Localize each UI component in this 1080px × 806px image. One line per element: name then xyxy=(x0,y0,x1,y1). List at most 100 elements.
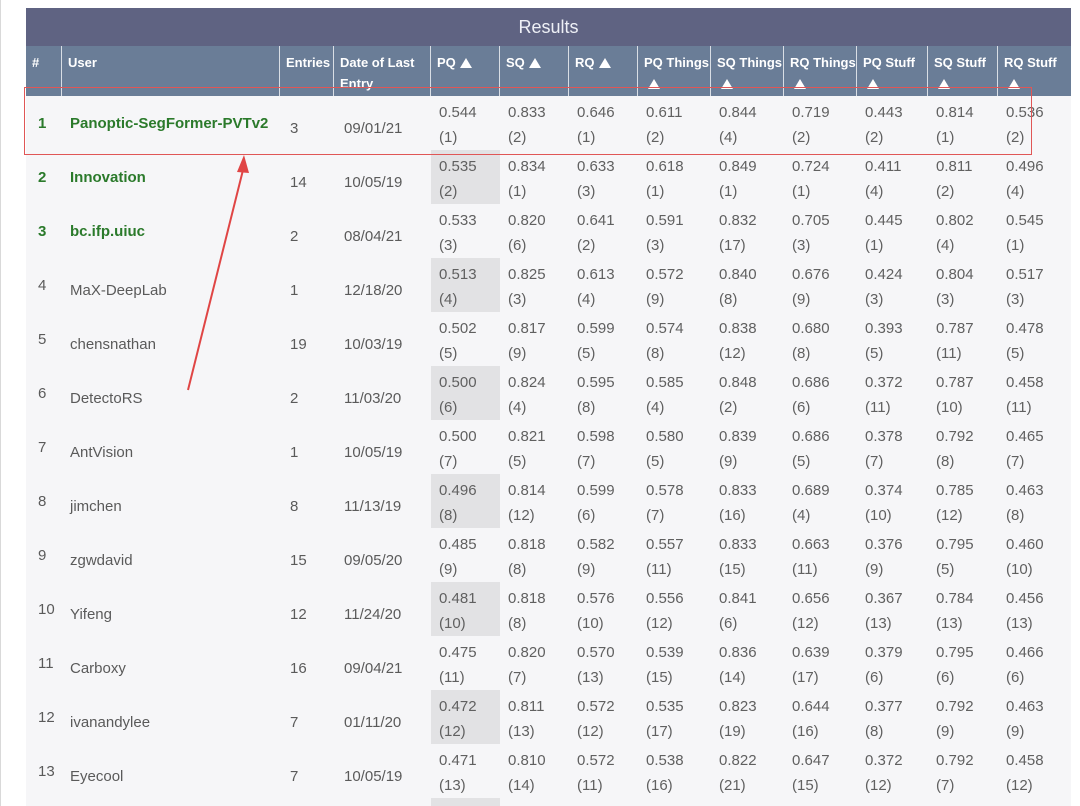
header-entries-label: Entries xyxy=(286,55,331,70)
metric-value: 0.787 xyxy=(936,320,974,337)
metric-value: 0.580 xyxy=(646,428,684,445)
metric-value: 0.572 xyxy=(577,752,615,769)
metric-pq-things: 0.557 (11) xyxy=(638,528,711,582)
metric-value: 0.582 xyxy=(577,536,615,553)
header-pq-stuff[interactable]: PQ Stuff xyxy=(857,46,928,96)
metric-rank: (11) xyxy=(646,561,672,578)
metric-rank: (7) xyxy=(1006,453,1025,470)
metric-rank: (11) xyxy=(1006,399,1032,416)
metric-rank: (4) xyxy=(936,237,955,254)
metric-value: 0.719 xyxy=(792,104,830,121)
sort-triangle-icon[interactable] xyxy=(459,58,472,68)
metric-rank: (10) xyxy=(577,615,604,632)
metric-rank: (5) xyxy=(646,453,665,470)
metric-value: 0.834 xyxy=(508,158,546,175)
table-row: 10 Yifeng 12 11/24/20 0.481 (10) 0.818 (8) 0.576… xyxy=(26,582,1071,636)
user-name[interactable]: zgwdavid xyxy=(70,552,133,569)
metric-rank: (2) xyxy=(439,183,458,200)
user-name-cell: bc.ifp.uiuc xyxy=(62,204,280,258)
metric-rq-stuff: 0.463 (9) xyxy=(998,690,1067,744)
metric-value: 0.556 xyxy=(646,590,684,607)
header-sq-things[interactable]: SQ Things xyxy=(711,46,784,96)
metric-value: 0.478 xyxy=(1006,320,1044,337)
entries-cell: 12 xyxy=(280,582,334,636)
sort-triangle-icon[interactable] xyxy=(648,79,660,89)
user-name-cell: Innovation xyxy=(62,150,280,204)
metric-rq: 0.570 (13) xyxy=(569,636,638,690)
entries: 1 xyxy=(290,281,299,299)
metric-rank: (3) xyxy=(646,237,665,254)
date-last-entry: 01/11/20 xyxy=(344,713,402,731)
rank-cell: 10 xyxy=(26,582,62,636)
header-rq-stuff[interactable]: RQ Stuff xyxy=(998,46,1067,96)
metric-rank: (12) xyxy=(936,507,963,524)
sort-triangle-icon[interactable] xyxy=(528,58,541,68)
header-pq[interactable]: PQ xyxy=(431,46,500,96)
metric-sq-stuff: 0.795 (6) xyxy=(928,636,998,690)
header-rq-label: RQ xyxy=(575,55,595,70)
header-sq[interactable]: SQ xyxy=(500,46,569,96)
metric-pq: 0.544 (1) xyxy=(431,96,500,150)
sort-triangle-icon[interactable] xyxy=(1008,79,1020,89)
user-name-cell: MaX-DeepLab xyxy=(62,258,280,312)
header-rq-things[interactable]: RQ Things xyxy=(784,46,857,96)
date-last-entry: 10/05/19 xyxy=(344,173,403,191)
header-rq[interactable]: RQ xyxy=(569,46,638,96)
header-sq-label: SQ xyxy=(506,55,525,70)
header-sq-stuff[interactable]: SQ Stuff xyxy=(928,46,998,96)
metric-rank: (5) xyxy=(865,345,884,362)
user-name[interactable]: AntVision xyxy=(70,444,133,461)
metric-rank: (8) xyxy=(792,345,811,362)
metric-value: 0.818 xyxy=(508,590,546,607)
sort-triangle-icon[interactable] xyxy=(794,79,806,89)
metric-rank: (12) xyxy=(865,777,892,794)
date-last-entry-cell: 11/13/19 xyxy=(334,474,431,528)
header-entries: Entries xyxy=(280,46,334,96)
metric-value: 0.574 xyxy=(646,320,684,337)
user-name[interactable]: Panoptic-SegFormer-PVTv2 xyxy=(70,115,268,132)
metric-sq-things: 0.844 (4) xyxy=(711,96,784,150)
user-name[interactable]: Innovation xyxy=(70,169,146,186)
metric-rank: (7) xyxy=(439,453,458,470)
metric-sq-stuff: 0.814 (1) xyxy=(928,96,998,150)
metric-pq: 0.535 (2) xyxy=(431,150,500,204)
date-last-entry: 11/03/20 xyxy=(344,389,402,407)
metric-value: 0.513 xyxy=(439,266,477,283)
metric-value: 0.475 xyxy=(439,644,477,661)
metric-value: 0.595 xyxy=(577,374,615,391)
metric-value: 0.372 xyxy=(865,374,903,391)
metric-rank: (12) xyxy=(508,507,535,524)
metric-value: 0.585 xyxy=(646,374,684,391)
metric-rank: (1) xyxy=(646,183,665,200)
user-name[interactable]: DetectoRS xyxy=(70,390,143,407)
header-pq-things[interactable]: PQ Things xyxy=(638,46,711,96)
metric-value: 0.485 xyxy=(439,536,477,553)
metric-value: 0.818 xyxy=(508,536,546,553)
user-name[interactable]: Yifeng xyxy=(70,606,112,623)
table-row: 6 DetectoRS 2 11/03/20 0.500 (6) 0.824 (4) 0.595… xyxy=(26,366,1071,420)
metric-pq-stuff: 0.393 (5) xyxy=(857,312,928,366)
metric-value: 0.833 xyxy=(508,104,546,121)
entries: 3 xyxy=(290,119,299,137)
user-name[interactable]: jimchen xyxy=(70,498,122,515)
metric-pq-things: 0.611 (2) xyxy=(638,96,711,150)
metric-rank: (2) xyxy=(865,129,884,146)
metric-pq: 0.475 (11) xyxy=(431,636,500,690)
metric-rank: (11) xyxy=(577,777,603,794)
sort-triangle-icon[interactable] xyxy=(598,58,611,68)
user-name[interactable]: ivanandylee xyxy=(70,714,150,731)
user-name[interactable]: Carboxy xyxy=(70,660,126,677)
metric-rq-stuff: 0.478 (5) xyxy=(998,312,1067,366)
sort-triangle-icon[interactable] xyxy=(938,79,950,89)
sort-triangle-icon[interactable] xyxy=(867,79,879,89)
metric-rank: (10) xyxy=(936,399,963,416)
metric-value: 0.500 xyxy=(439,428,477,445)
user-name[interactable]: chensnathan xyxy=(70,336,156,353)
metric-sq: 0.834 (1) xyxy=(500,150,569,204)
user-name[interactable]: Eyecool xyxy=(70,768,123,785)
user-name[interactable]: MaX-DeepLab xyxy=(70,282,167,299)
sort-triangle-icon[interactable] xyxy=(721,79,733,89)
metric-pq-things: 0.535 (17) xyxy=(638,690,711,744)
metric-value: 0.376 xyxy=(865,536,903,553)
user-name[interactable]: bc.ifp.uiuc xyxy=(70,223,145,240)
